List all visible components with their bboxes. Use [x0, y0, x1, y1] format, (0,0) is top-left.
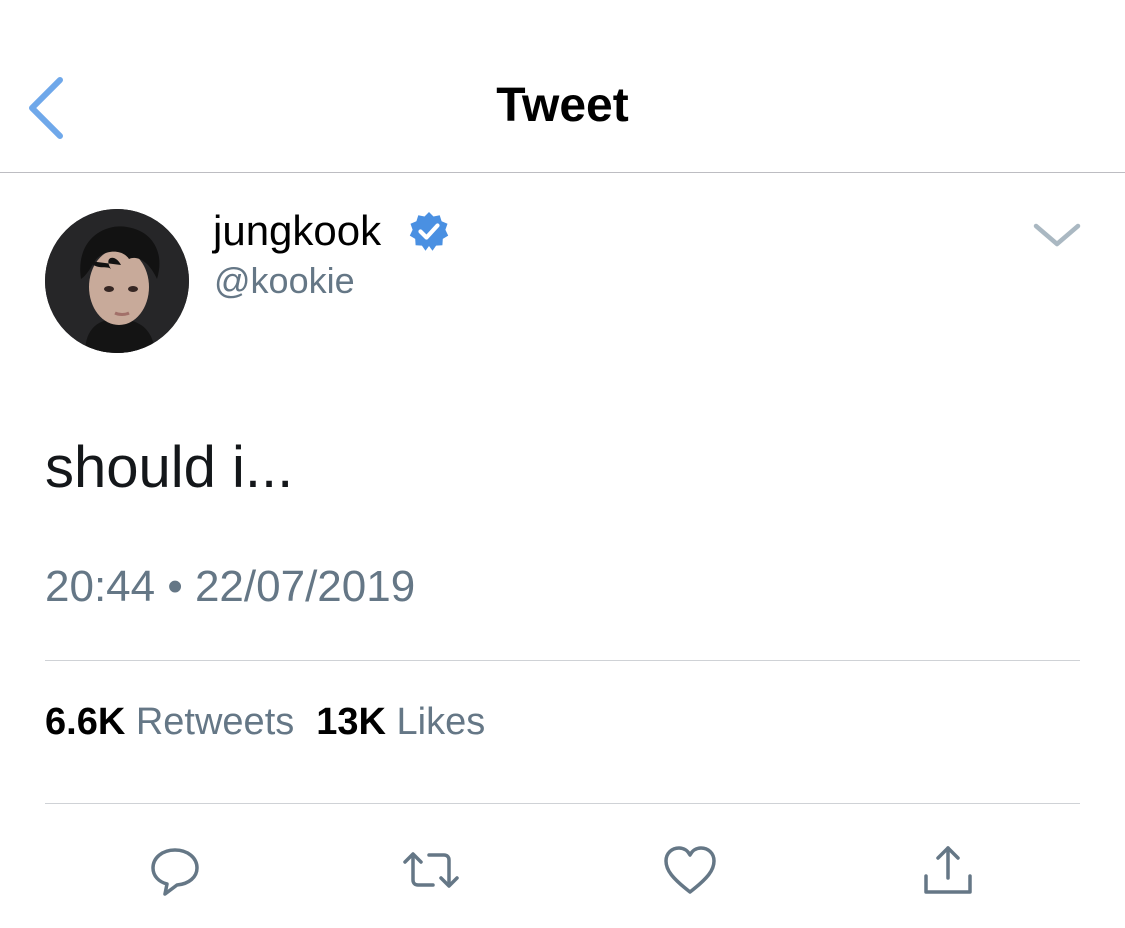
- retweets-label: Retweets: [135, 701, 295, 743]
- tweet-timestamp: 20:44 • 22/07/2019: [45, 562, 416, 611]
- retweets-stat[interactable]: 6.6K Retweets: [45, 701, 294, 743]
- tweet-stats: 6.6K Retweets 13K Likes: [45, 698, 485, 746]
- navigation-bar: Tweet: [0, 0, 1125, 173]
- heart-icon: [664, 846, 716, 894]
- page-title: Tweet: [496, 79, 629, 132]
- like-button[interactable]: [660, 840, 720, 900]
- reply-button[interactable]: [145, 840, 205, 900]
- divider: [45, 660, 1080, 661]
- user-handle[interactable]: @kookie: [214, 259, 355, 303]
- chevron-down-icon: [1033, 223, 1081, 247]
- reply-icon: [151, 848, 199, 896]
- display-name[interactable]: jungkook: [213, 205, 381, 257]
- avatar[interactable]: [45, 209, 189, 353]
- tweet-text: should i...: [45, 435, 294, 500]
- avatar-photo: [45, 209, 189, 353]
- retweet-button[interactable]: [401, 840, 461, 900]
- share-button[interactable]: [918, 840, 978, 900]
- divider: [45, 803, 1080, 804]
- retweet-icon: [403, 852, 459, 888]
- likes-stat[interactable]: 13K Likes: [316, 701, 485, 743]
- share-icon: [924, 846, 972, 894]
- retweets-count: 6.6K: [45, 701, 126, 743]
- verified-badge-icon: [409, 212, 449, 251]
- likes-count: 13K: [316, 701, 386, 743]
- likes-label: Likes: [396, 701, 486, 743]
- more-options-button[interactable]: [1030, 218, 1084, 250]
